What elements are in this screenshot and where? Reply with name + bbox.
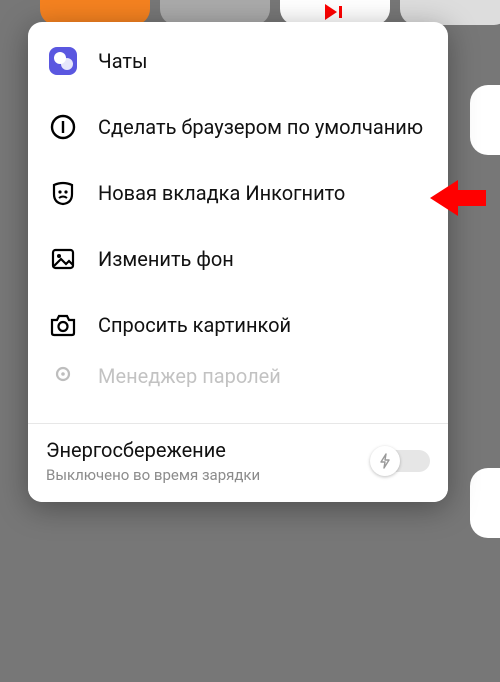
menu-item-change-background[interactable]: Изменить фон: [28, 226, 448, 292]
key-icon: [46, 360, 80, 394]
background-card-edge: [470, 468, 500, 538]
screen-background: Чаты Сделать браузером по умолчанию: [0, 0, 500, 682]
image-icon: [46, 242, 80, 276]
yandex-icon: [46, 110, 80, 144]
energy-saving-row[interactable]: Энергосбережение Выключено во время заря…: [28, 423, 448, 502]
menu-item-label: Сделать браузером по умолчанию: [98, 115, 438, 139]
menu-list: Чаты Сделать браузером по умолчанию: [28, 22, 448, 423]
browser-menu-sheet: Чаты Сделать браузером по умолчанию: [28, 22, 448, 502]
energy-saving-title: Энергосбережение: [46, 438, 374, 462]
menu-item-search-by-image[interactable]: Спросить картинкой: [28, 292, 448, 358]
camera-icon: [46, 308, 80, 342]
chats-icon: [46, 44, 80, 78]
menu-item-label: Менеджер паролей: [98, 364, 438, 388]
menu-item-password-manager[interactable]: Менеджер паролей: [28, 358, 448, 408]
toggle-knob: [370, 446, 400, 476]
menu-item-incognito-tab[interactable]: Новая вкладка Инкогнито: [28, 160, 448, 226]
bolt-icon: [377, 453, 393, 469]
menu-item-label: Спросить картинкой: [98, 313, 438, 337]
energy-saving-subtitle: Выключено во время зарядки: [46, 466, 374, 484]
menu-item-label: Новая вкладка Инкогнито: [98, 181, 438, 205]
menu-item-chats[interactable]: Чаты: [28, 28, 448, 94]
energy-saving-toggle[interactable]: [374, 450, 430, 472]
menu-item-label: Изменить фон: [98, 247, 438, 271]
incognito-mask-icon: [46, 176, 80, 210]
energy-saving-text: Энергосбережение Выключено во время заря…: [46, 438, 374, 484]
menu-item-label: Чаты: [98, 49, 438, 73]
background-card-edge: [470, 85, 500, 155]
menu-item-default-browser[interactable]: Сделать браузером по умолчанию: [28, 94, 448, 160]
